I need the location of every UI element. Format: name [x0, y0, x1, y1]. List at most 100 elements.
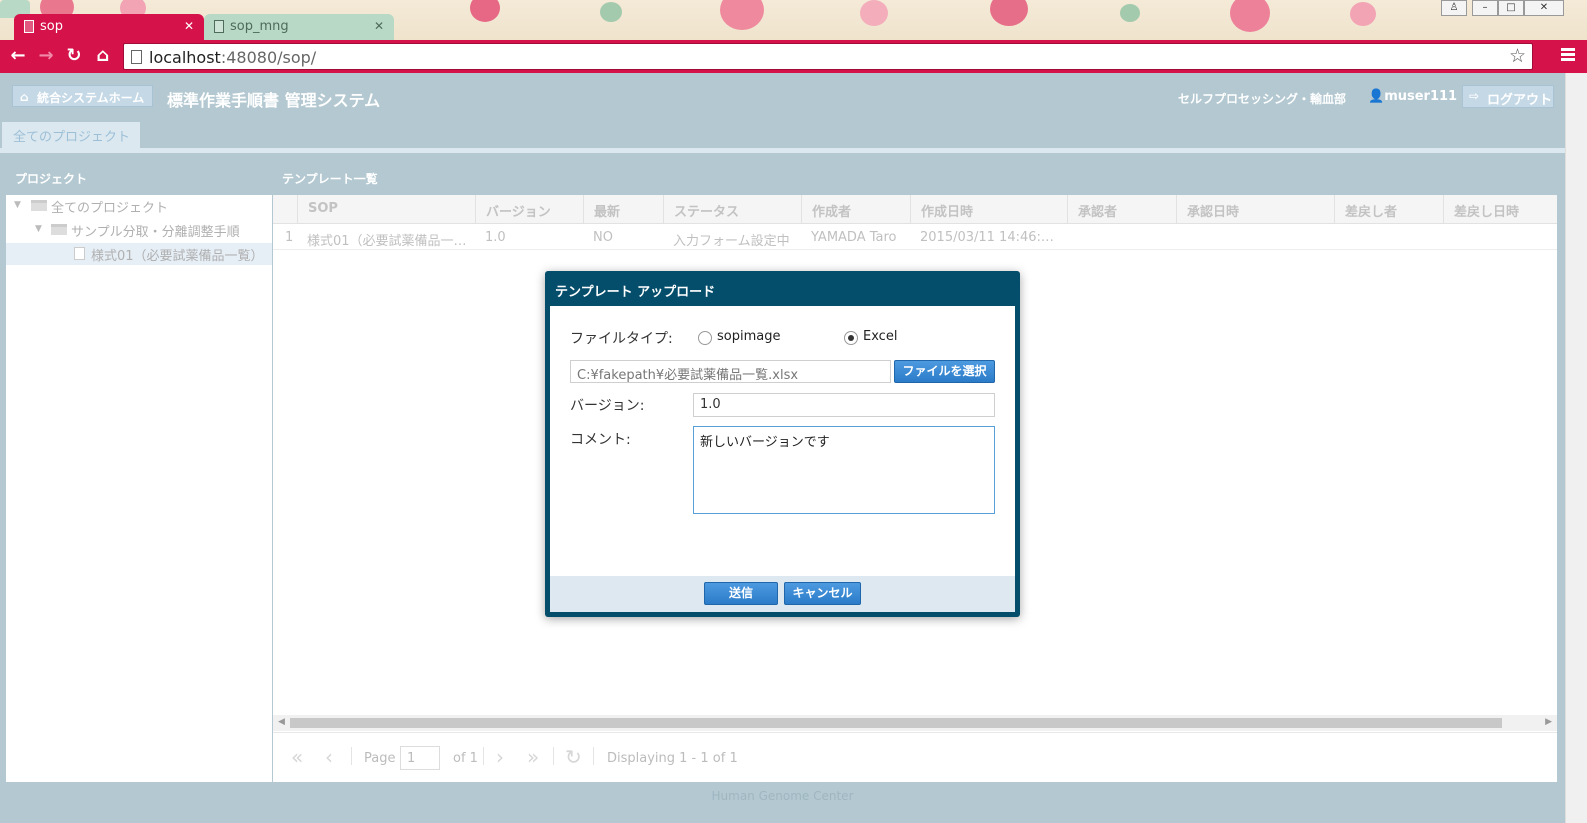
col-header-sop[interactable]: SOP — [297, 195, 475, 224]
dialog-body: ファイルタイプ: sopimage Excel C:¥fakepath¥必要試薬… — [550, 306, 1015, 576]
tree-node-sample-project[interactable]: ▼ サンプル分取・分離調整手順 — [6, 219, 272, 241]
chevron-down-icon[interactable]: ▼ — [35, 224, 42, 234]
file-path-field[interactable]: C:¥fakepath¥必要試薬備品一覧.xlsx — [570, 360, 891, 383]
col-header-approved[interactable]: 承認日時 — [1176, 195, 1334, 224]
horizontal-scrollbar[interactable]: ◀ ▶ — [273, 715, 1557, 731]
template-upload-dialog: テンプレート アップロード ファイルタイプ: sopimage Excel C:… — [545, 271, 1020, 617]
cancel-button[interactable]: キャンセル — [784, 582, 861, 605]
chevron-down-icon[interactable]: ▼ — [14, 200, 21, 210]
decor-flower — [720, 0, 764, 30]
tab-all-projects[interactable]: 全てのプロジェクト — [2, 122, 140, 148]
browser-tab-sop-mng[interactable]: sop_mng ✕ — [204, 14, 394, 40]
scroll-left-icon[interactable]: ◀ — [278, 717, 285, 727]
page-icon — [24, 20, 34, 33]
next-page-icon[interactable]: › — [496, 745, 504, 769]
minimize-button[interactable]: – — [1472, 0, 1498, 16]
pagination-bar: « ‹ Page 1 of 1 › » ↻ Displaying 1 - 1 o… — [273, 732, 1557, 782]
browser-toolbar: ← → ↻ ⌂ localhost:48080/sop/ ☆ — [0, 40, 1587, 73]
close-icon[interactable]: ✕ — [374, 19, 384, 33]
address-bar[interactable]: localhost:48080/sop/ ☆ — [123, 43, 1533, 70]
bookmark-star-icon[interactable]: ☆ — [1509, 45, 1526, 67]
grid-header: SOP バージョン 最新 ステータス 作成者 作成日時 承認者 承認日時 差戻し… — [273, 195, 1557, 224]
version-field[interactable]: 1.0 — [693, 393, 995, 417]
col-header-latest[interactable]: 最新 — [583, 195, 663, 224]
logout-label: ログアウト — [1487, 93, 1553, 108]
decor-flower — [860, 0, 888, 26]
cell-latest: NO — [593, 230, 613, 245]
table-row[interactable]: 1 様式01（必要試薬備品一… 1.0 NO 入力フォーム設定中 YAMADA … — [273, 224, 1557, 250]
col-header-rejector[interactable]: 差戻し者 — [1334, 195, 1443, 224]
decor-flower — [1230, 0, 1270, 32]
forward-icon[interactable]: → — [36, 46, 56, 66]
page-number-input[interactable]: 1 — [400, 746, 440, 770]
logout-button[interactable]: ⇨ ログアウト — [1462, 85, 1554, 108]
home-icon: ⌂ — [20, 90, 29, 104]
page-scrollbar[interactable] — [1565, 73, 1587, 823]
project-tree: ▼ 全てのプロジェクト ▼ サンプル分取・分離調整手順 様式01（必要試薬備品一… — [6, 195, 272, 782]
col-header-creator[interactable]: 作成者 — [801, 195, 910, 224]
divider — [553, 747, 554, 765]
app-header: ⌂ 統合システムホーム 標準作業手順書 管理システム セルフプロセッシング・輸血… — [0, 73, 1565, 122]
tree-node-template-file[interactable]: 様式01（必要試薬備品一覧） — [6, 243, 272, 265]
cell-creator: YAMADA Taro — [811, 230, 897, 245]
decor-flower — [600, 2, 622, 22]
col-header-approver[interactable]: 承認者 — [1067, 195, 1176, 224]
url-text: localhost:48080/sop/ — [149, 48, 317, 67]
browser-tab-strip: sop ✕ sop_mng ✕ ♙ – □ ✕ — [0, 0, 1587, 40]
page-icon — [131, 50, 142, 64]
choose-file-button[interactable]: ファイルを選択 — [894, 360, 995, 383]
scroll-right-icon[interactable]: ▶ — [1545, 717, 1552, 727]
radio-sopimage-label[interactable]: sopimage — [717, 329, 780, 344]
version-label: バージョン: — [570, 398, 645, 414]
browser-menu-icon[interactable] — [1561, 48, 1575, 62]
comment-textarea[interactable]: 新しいバージョンです — [693, 426, 995, 514]
cell-version: 1.0 — [485, 230, 506, 245]
project-panel-title: プロジェクト — [15, 172, 88, 186]
page-icon — [214, 20, 224, 33]
radio-excel[interactable] — [844, 331, 858, 345]
col-header-version[interactable]: バージョン — [475, 195, 583, 224]
decor-flower — [1120, 4, 1140, 22]
folder-icon — [31, 200, 47, 211]
portal-home-button[interactable]: ⌂ 統合システムホーム — [12, 85, 154, 107]
dialog-footer: 送信 キャンセル — [550, 576, 1015, 612]
first-page-icon[interactable]: « — [291, 745, 303, 769]
col-header-rejected[interactable]: 差戻し日時 — [1443, 195, 1557, 224]
col-header-status[interactable]: ステータス — [663, 195, 801, 224]
browser-tab-title: sop — [40, 19, 63, 34]
decor-flower — [990, 0, 1028, 26]
dialog-title: テンプレート アップロード — [555, 285, 716, 300]
file-type-label: ファイルタイプ: — [570, 331, 673, 347]
radio-excel-label[interactable]: Excel — [863, 329, 897, 344]
cell-sop: 様式01（必要試薬備品一… — [307, 234, 467, 249]
tree-node-label: 様式01（必要試薬備品一覧） — [91, 249, 264, 264]
user-icon: 👤 — [1368, 89, 1385, 104]
submit-button[interactable]: 送信 — [704, 582, 778, 605]
scrollbar-thumb[interactable] — [290, 718, 1502, 728]
divider — [351, 747, 352, 765]
back-icon[interactable]: ← — [8, 46, 28, 66]
radio-sopimage[interactable] — [698, 331, 712, 345]
decor-flower — [470, 0, 500, 22]
cell-created: 2015/03/11 14:46:… — [920, 230, 1054, 245]
prev-page-icon[interactable]: ‹ — [325, 745, 333, 769]
close-icon[interactable]: ✕ — [184, 19, 194, 33]
tree-node-all-projects[interactable]: ▼ 全てのプロジェクト — [6, 195, 272, 217]
file-icon — [74, 247, 85, 260]
reload-icon[interactable]: ↻ — [64, 46, 84, 66]
app-tab-strip: 全てのプロジェクト — [0, 122, 1565, 148]
window-close-button[interactable]: ✕ — [1524, 0, 1564, 16]
browser-tab-sop[interactable]: sop ✕ — [14, 14, 204, 40]
profile-icon[interactable]: ♙ — [1441, 0, 1467, 16]
page-count-label: of 1 — [453, 751, 478, 766]
maximize-button[interactable]: □ — [1498, 0, 1524, 16]
app-title: 標準作業手順書 管理システム — [167, 91, 381, 110]
folder-icon — [51, 224, 67, 235]
portal-home-label: 統合システムホーム — [37, 91, 145, 105]
last-page-icon[interactable]: » — [527, 745, 539, 769]
home-icon[interactable]: ⌂ — [93, 46, 113, 66]
row-number: 1 — [285, 230, 294, 245]
refresh-icon[interactable]: ↻ — [565, 745, 582, 769]
col-header-created[interactable]: 作成日時 — [910, 195, 1067, 224]
divider — [483, 747, 484, 765]
